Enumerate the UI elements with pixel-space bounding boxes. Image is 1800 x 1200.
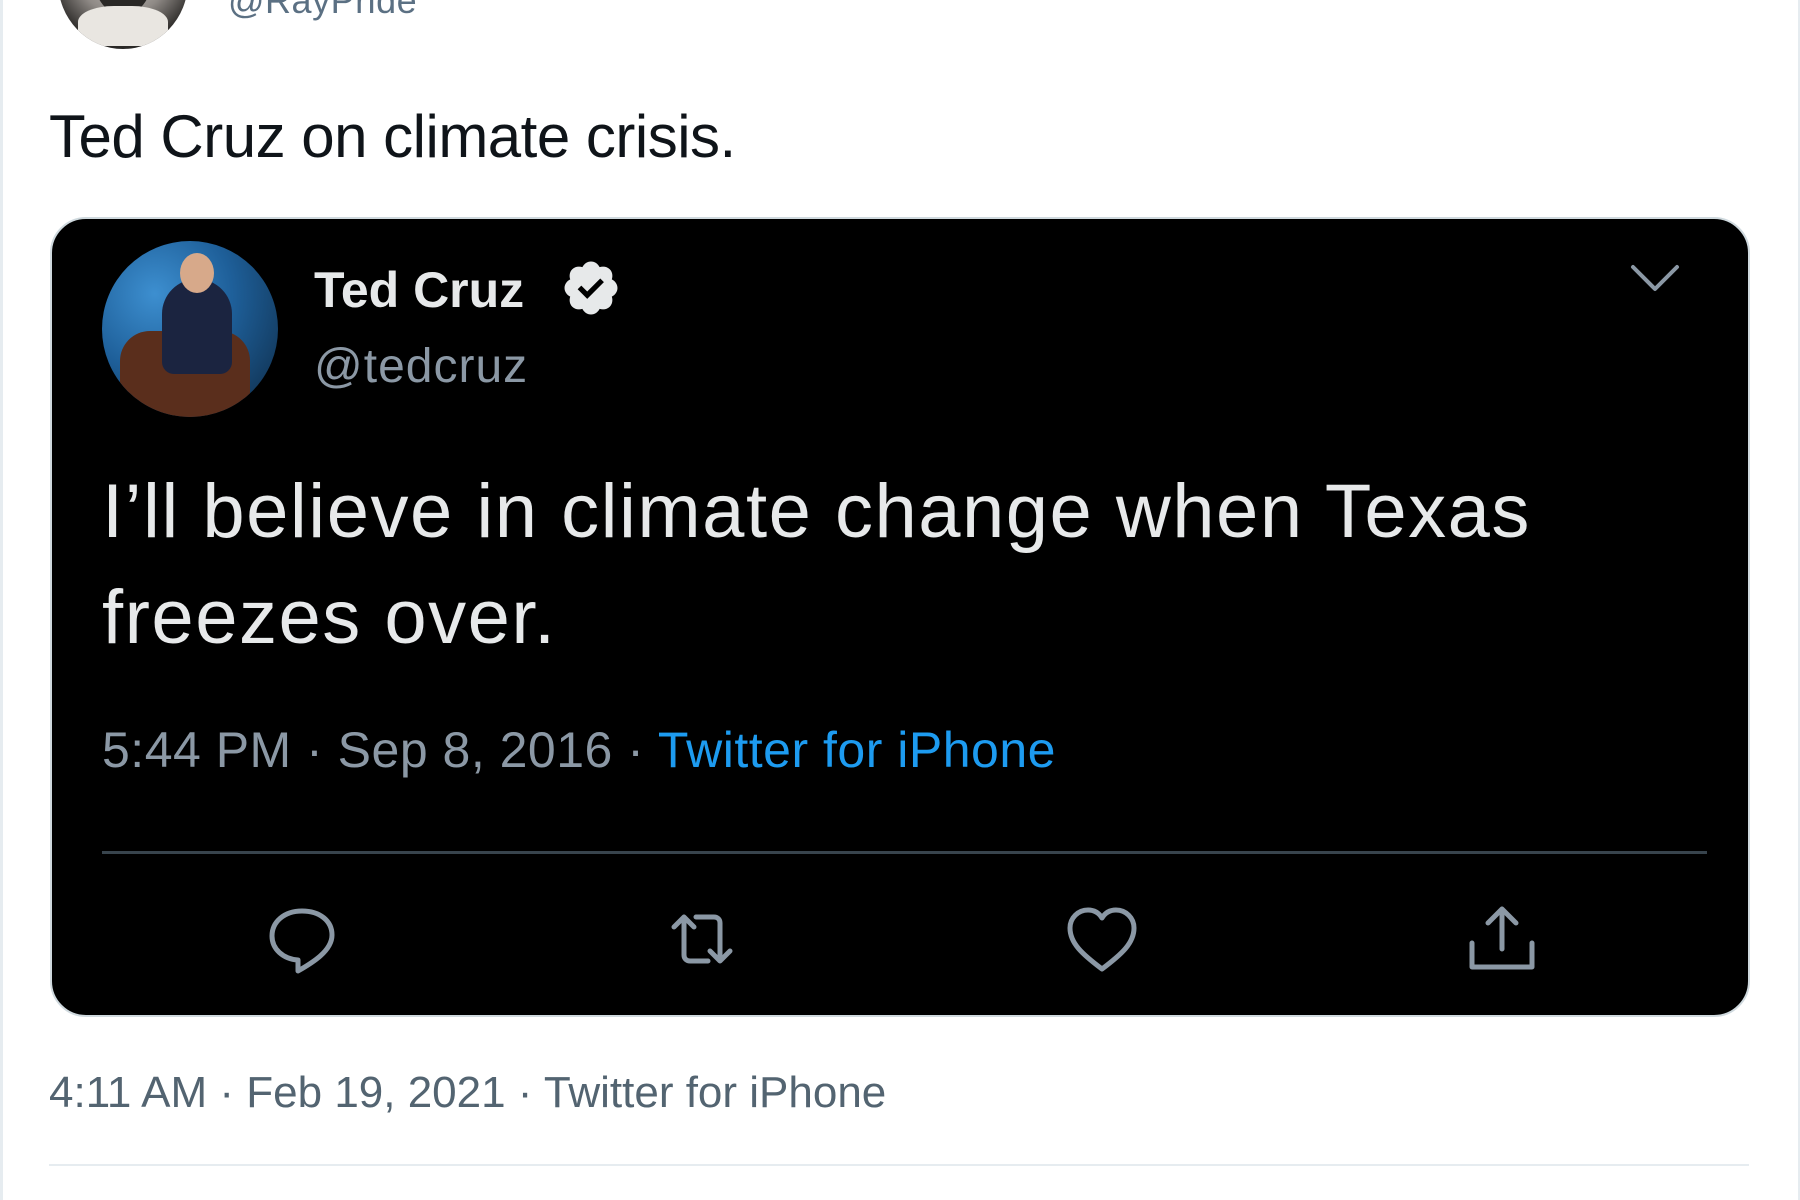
retweet-icon: [671, 914, 733, 964]
quoted-tweet-card[interactable]: Ted Cruz @tedcruz I’ll believe in climat…: [50, 217, 1750, 1017]
left-border: [0, 0, 3, 1200]
author-handle[interactable]: @RayPride: [228, 0, 417, 22]
quoted-display-name[interactable]: Ted Cruz: [314, 261, 524, 319]
tweet-timestamp[interactable]: 4:11 AM · Feb 19, 2021 · Twitter for iPh…: [49, 1068, 886, 1118]
retweet-button[interactable]: [662, 899, 742, 979]
chevron-down-icon[interactable]: [1627, 259, 1683, 299]
quoted-source-link[interactable]: Twitter for iPhone: [658, 722, 1056, 778]
share-icon: [1469, 906, 1535, 970]
reply-button[interactable]: [262, 899, 342, 979]
tweet-text: Ted Cruz on climate crisis.: [49, 103, 736, 170]
divider: [102, 851, 1707, 854]
reply-icon: [269, 908, 335, 974]
quoted-handle[interactable]: @tedcruz: [314, 339, 528, 394]
like-icon: [1067, 907, 1137, 972]
share-button[interactable]: [1462, 899, 1542, 979]
quoted-time[interactable]: 5:44 PM: [102, 722, 292, 778]
meta-separator: ·: [612, 722, 658, 778]
verified-icon: [564, 261, 618, 315]
quoted-avatar[interactable]: [102, 241, 278, 417]
quoted-tweet-meta: 5:44 PM · Sep 8, 2016 · Twitter for iPho…: [102, 721, 1056, 779]
quoted-date[interactable]: Sep 8, 2016: [338, 722, 613, 778]
quoted-tweet-text: I’ll believe in climate change when Texa…: [102, 469, 1531, 660]
meta-separator: ·: [291, 722, 338, 778]
like-button[interactable]: [1062, 899, 1142, 979]
tweet-detail: @RayPride Ted Cruz on climate crisis. Te…: [0, 0, 1800, 1200]
divider: [49, 1164, 1749, 1166]
author-avatar[interactable]: [58, 0, 188, 49]
